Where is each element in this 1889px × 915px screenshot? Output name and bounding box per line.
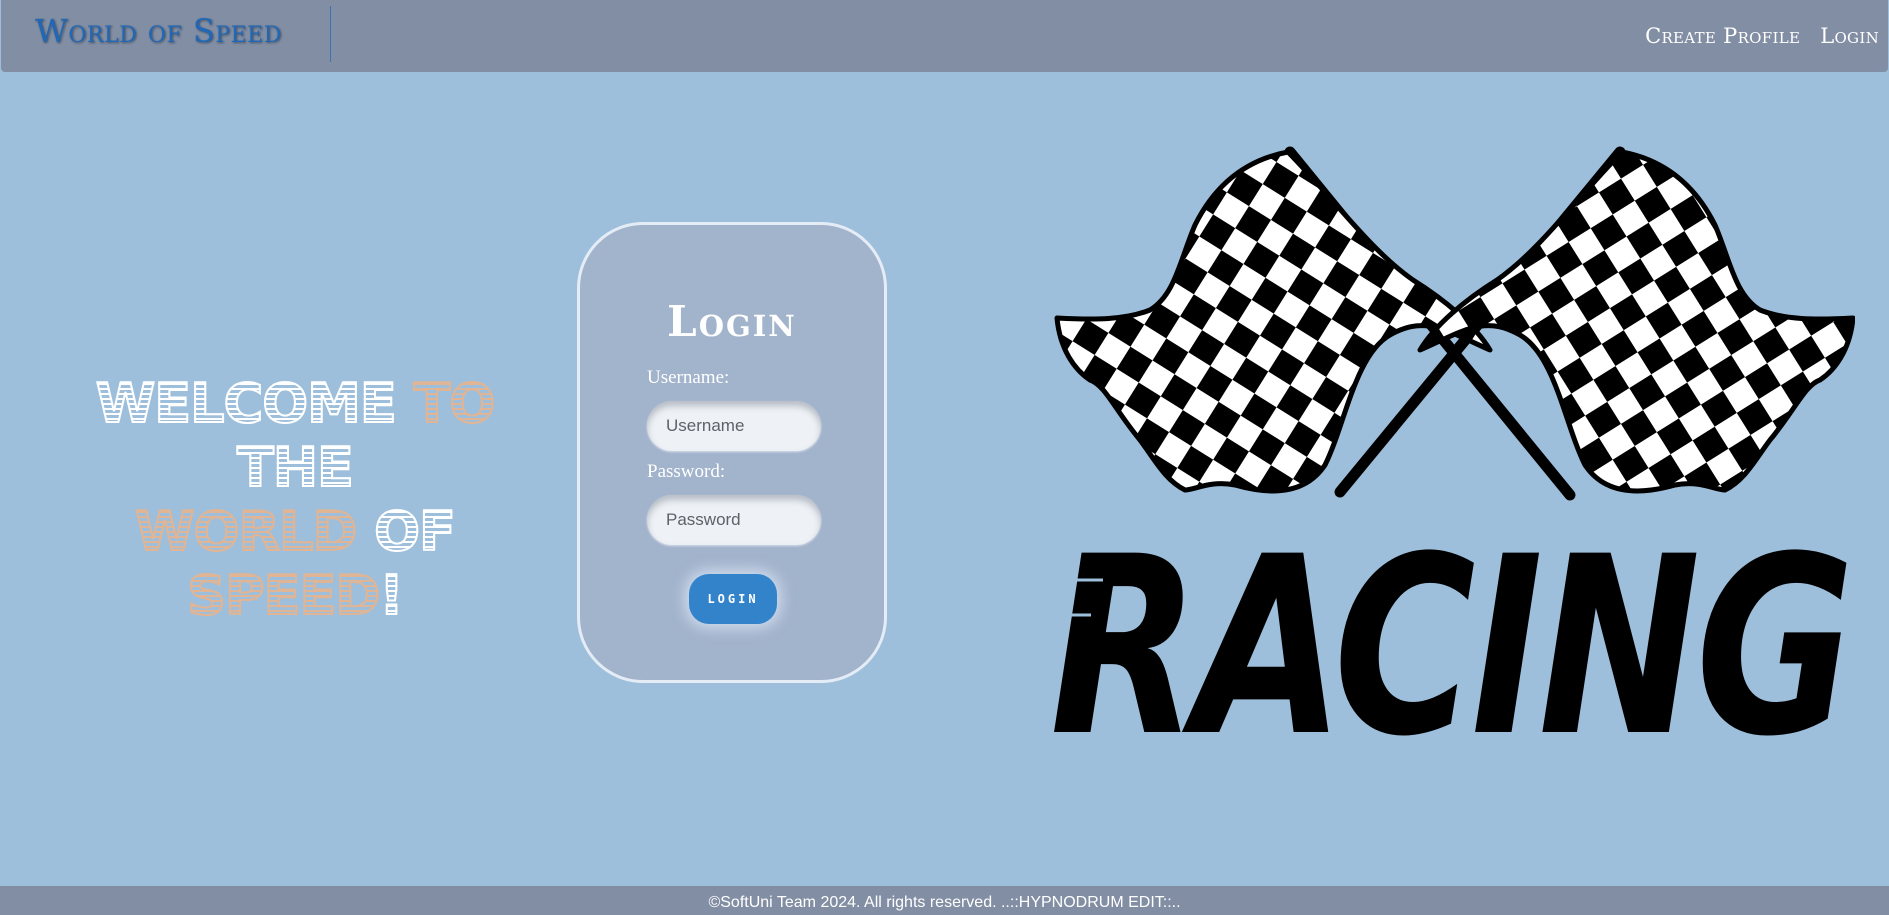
welcome-word: WORLD	[134, 499, 375, 564]
checkered-flag-left	[1054, 149, 1493, 494]
brand-divider	[330, 6, 331, 62]
welcome-word: THE	[236, 435, 355, 500]
welcome-line-2: WORLD OF	[40, 499, 550, 564]
welcome-word: OF	[373, 499, 457, 564]
password-label: Password:	[647, 461, 726, 482]
welcome-word: TO	[395, 371, 497, 436]
footer-copyright: ©SoftUni Team 2024. All rights reserved.…	[708, 894, 1181, 911]
username-input[interactable]	[647, 401, 821, 451]
welcome-word: SPEED	[186, 563, 381, 628]
welcome-line-3: SPEED!	[40, 563, 550, 628]
racing-wordmark: RACING	[1050, 505, 1850, 750]
welcome-heading: WELCOME TO THE WORLD OF SPEED!	[40, 371, 550, 628]
welcome-line-1: WELCOME TO THE	[40, 371, 550, 500]
nav-login-link[interactable]: Login	[1820, 24, 1879, 48]
nav-create-profile-link[interactable]: Create Profile	[1645, 24, 1800, 48]
welcome-word: !	[378, 563, 405, 628]
top-navbar: World of Speed Create Profile Login	[1, 0, 1888, 72]
password-input[interactable]	[647, 495, 821, 545]
welcome-word: WELCOME	[95, 371, 398, 436]
brand-logo-link[interactable]: World of Speed	[35, 12, 282, 50]
login-button[interactable]: LOGIN	[689, 574, 777, 624]
username-label: Username:	[647, 367, 730, 388]
checkered-flags-racing-logo: RACING	[1045, 146, 1855, 750]
checkered-flag-right	[1417, 149, 1855, 494]
login-form: Login Username: Password: LOGIN	[577, 222, 887, 683]
login-title: Login	[667, 297, 797, 346]
footer: ©SoftUni Team 2024. All rights reserved.…	[0, 886, 1889, 915]
main-nav: Create Profile Login	[1645, 24, 1888, 48]
